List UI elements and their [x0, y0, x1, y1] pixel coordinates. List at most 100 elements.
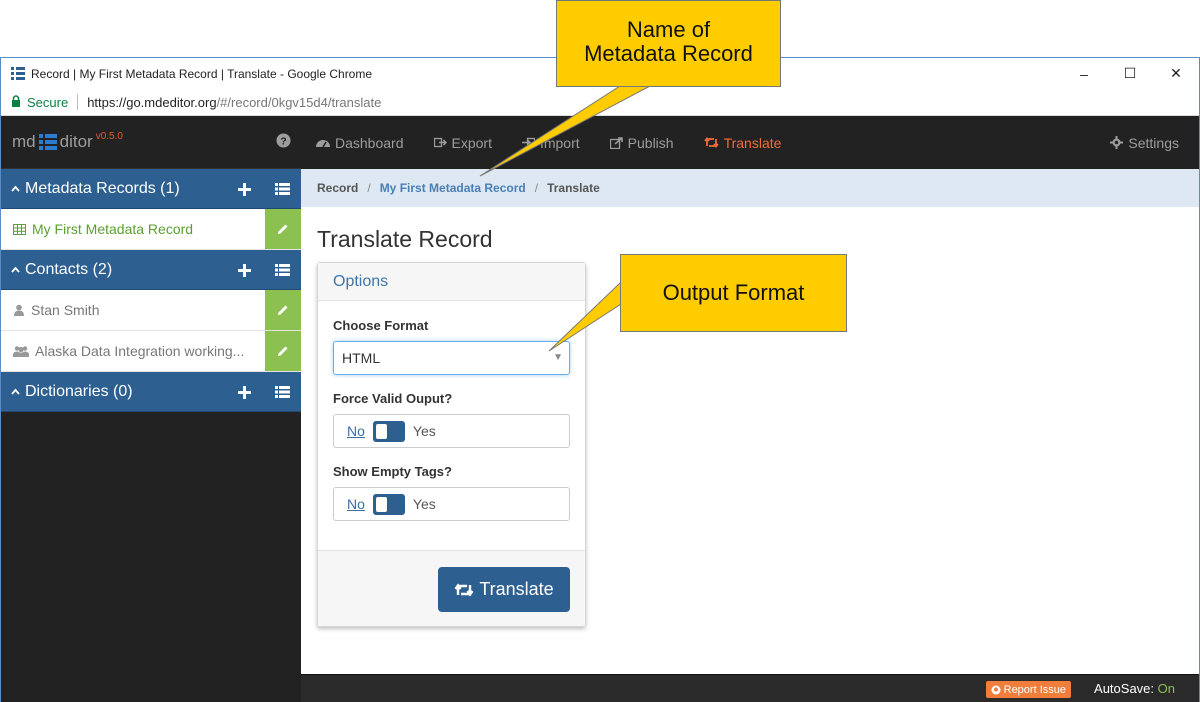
- dashboard-icon: [316, 137, 330, 148]
- section-label: Dictionaries (0): [25, 382, 133, 400]
- panel-footer: Translate: [318, 550, 585, 626]
- options-panel: Options Choose Format HTML ▼ Force Valid…: [317, 262, 586, 627]
- add-contact-button[interactable]: [225, 250, 263, 290]
- retweet-icon: [703, 137, 719, 148]
- publish-icon: [609, 136, 623, 149]
- svg-text:?: ?: [280, 136, 286, 147]
- section-contacts[interactable]: Contacts (2): [1, 250, 301, 290]
- brand-logo-icon: [38, 133, 57, 151]
- autosave-value: On: [1157, 681, 1175, 696]
- table-icon: [13, 223, 26, 235]
- browser-window: Record | My First Metadata Record | Tran…: [0, 57, 1200, 702]
- translate-button[interactable]: Translate: [438, 567, 570, 612]
- sidebar-item-contact[interactable]: Alaska Data Integration working...: [1, 331, 301, 372]
- breadcrumb-record[interactable]: My First Metadata Record: [380, 181, 526, 195]
- section-label: Metadata Records (1): [25, 179, 180, 197]
- app-icon: [11, 66, 25, 81]
- toggle-yes-label[interactable]: Yes: [413, 423, 436, 439]
- report-issue-label: Report Issue: [1003, 683, 1066, 696]
- nav-settings[interactable]: Settings: [1095, 116, 1194, 169]
- format-value: HTML: [342, 350, 381, 366]
- toggle-no-label[interactable]: No: [347, 423, 365, 439]
- toggle-knob: [375, 496, 387, 512]
- minimize-button[interactable]: –: [1061, 58, 1107, 89]
- toggle-yes-label[interactable]: Yes: [413, 496, 436, 512]
- list-dictionaries-button[interactable]: [263, 372, 301, 412]
- list-contacts-button[interactable]: [263, 250, 301, 290]
- nav-label: Publish: [627, 134, 674, 151]
- url-host: https://go.mdeditor.org: [87, 94, 217, 110]
- edit-record-button[interactable]: [265, 209, 301, 249]
- callout-line: Metadata Record: [584, 41, 753, 66]
- toggle-switch[interactable]: [372, 493, 405, 515]
- force-valid-label: Force Valid Ouput?: [333, 391, 453, 406]
- maximize-button[interactable]: ☐: [1107, 58, 1153, 89]
- section-label: Contacts (2): [25, 260, 113, 278]
- format-label: Choose Format: [333, 318, 429, 333]
- breadcrumb-root[interactable]: Record: [317, 181, 358, 195]
- show-empty-toggle[interactable]: No Yes: [333, 487, 570, 521]
- sidebar-item-label: Alaska Data Integration working...: [35, 343, 245, 359]
- nav-translate[interactable]: Translate: [689, 116, 797, 169]
- close-button[interactable]: ✕: [1153, 58, 1199, 89]
- edit-contact-button[interactable]: [265, 290, 301, 330]
- sidebar: md ditor v0.5.0 ? Metadata Records (1) M…: [1, 116, 301, 702]
- panel-header: Options: [318, 263, 585, 301]
- toggle-no-label[interactable]: No: [347, 496, 365, 512]
- nav-import[interactable]: Import: [507, 116, 595, 169]
- retweet-icon: [454, 582, 474, 597]
- url-path: /#/record/0kgv15d4/translate: [216, 94, 382, 110]
- help-icon[interactable]: ?: [276, 133, 291, 153]
- nav-label: Translate: [723, 134, 782, 151]
- gear-icon: [1110, 136, 1124, 149]
- app: md ditor v0.5.0 ? Metadata Records (1) M…: [1, 116, 1199, 702]
- address-bar[interactable]: Secure https://go.mdeditor.org /#/record…: [1, 89, 1199, 116]
- show-empty-label: Show Empty Tags?: [333, 464, 452, 479]
- callout-record-name: Name of Metadata Record: [556, 0, 781, 87]
- nav-dashboard[interactable]: Dashboard: [301, 116, 419, 169]
- section-metadata-records[interactable]: Metadata Records (1): [1, 169, 301, 209]
- brand-suffix: ditor: [59, 132, 93, 151]
- chevron-up-icon: [11, 388, 20, 395]
- status-footer: Report Issue AutoSave: On: [301, 674, 1199, 702]
- list-records-button[interactable]: [263, 169, 301, 209]
- brand-version: v0.5.0: [95, 130, 123, 142]
- sidebar-item-label: Stan Smith: [31, 302, 100, 318]
- breadcrumb-divider: /: [367, 181, 371, 195]
- brand[interactable]: md ditor v0.5.0 ?: [1, 116, 301, 169]
- nav-label: Settings: [1128, 134, 1179, 151]
- breadcrumb-divider: /: [534, 181, 539, 195]
- section-dictionaries[interactable]: Dictionaries (0): [1, 372, 301, 412]
- nav-export[interactable]: Export: [419, 116, 507, 169]
- add-dictionary-button[interactable]: [225, 372, 263, 412]
- force-valid-toggle[interactable]: No Yes: [333, 414, 570, 448]
- nav-label: Dashboard: [335, 134, 404, 151]
- users-icon: [13, 345, 29, 357]
- sidebar-item-record[interactable]: My First Metadata Record: [1, 209, 301, 250]
- add-record-button[interactable]: [225, 169, 263, 209]
- user-icon: [13, 304, 25, 316]
- sidebar-item-label: My First Metadata Record: [32, 221, 194, 237]
- page-title: Translate Record: [317, 226, 493, 252]
- top-navbar: Dashboard Export Import Publish Translat…: [301, 116, 1199, 169]
- address-divider: [77, 94, 79, 110]
- breadcrumb: Record / My First Metadata Record / Tran…: [301, 169, 1199, 207]
- window-title: Record | My First Metadata Record | Tran…: [31, 66, 373, 81]
- sidebar-item-contact[interactable]: Stan Smith: [1, 290, 301, 331]
- import-icon: [521, 137, 535, 148]
- export-icon: [433, 137, 447, 148]
- format-select[interactable]: HTML ▼: [333, 341, 570, 375]
- nav-label: Import: [539, 134, 580, 151]
- edit-contact-button[interactable]: [265, 331, 301, 371]
- toggle-switch[interactable]: [372, 420, 405, 442]
- brand-prefix: md: [12, 132, 36, 151]
- lock-icon: [11, 94, 21, 110]
- autosave-label: AutoSave:: [1094, 681, 1155, 696]
- translate-button-label: Translate: [479, 579, 554, 599]
- report-issue-button[interactable]: Report Issue: [985, 681, 1071, 698]
- autosave-status[interactable]: AutoSave: On: [1094, 681, 1175, 696]
- nav-label: Export: [451, 134, 492, 151]
- callout-output-format: Output Format: [620, 254, 847, 332]
- chevron-up-icon: [11, 266, 20, 273]
- nav-publish[interactable]: Publish: [595, 116, 689, 169]
